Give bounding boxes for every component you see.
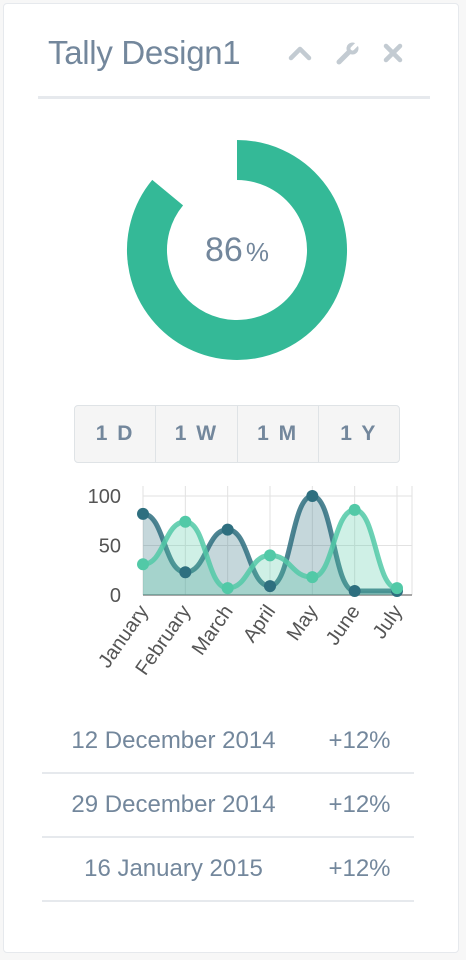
range-button-group: 1 D 1 W 1 M 1 Y: [74, 405, 400, 463]
range-1d-button[interactable]: 1 D: [75, 406, 157, 462]
y-tick-label: 100: [88, 486, 121, 508]
data-point[interactable]: [264, 549, 276, 562]
data-point[interactable]: [137, 507, 149, 520]
progress-donut: 86%: [122, 135, 352, 365]
range-1w-button[interactable]: 1 W: [156, 406, 238, 462]
range-1m-button[interactable]: 1 M: [238, 406, 319, 462]
data-point[interactable]: [306, 490, 319, 502]
stat-change: +12%: [328, 855, 391, 882]
widget-title: Tally Design1: [48, 34, 241, 71]
widget-panel: Tally Design1 86% 1 D 1 W 1 M 1 Y 0 50 1…: [3, 3, 459, 953]
donut-value: 86: [205, 230, 243, 269]
data-point[interactable]: [348, 503, 361, 516]
data-point[interactable]: [137, 558, 149, 571]
stat-date: 29 December 2014: [71, 791, 276, 818]
data-point[interactable]: [221, 582, 234, 595]
chevron-up-icon[interactable]: [286, 39, 314, 67]
data-point[interactable]: [348, 585, 361, 598]
stat-change: +12%: [328, 727, 391, 754]
stat-date: 16 January 2015: [84, 855, 263, 882]
data-point[interactable]: [221, 523, 234, 536]
stat-change: +12%: [328, 791, 391, 818]
stat-date: 12 December 2014: [71, 727, 276, 754]
donut-label: 86%: [122, 135, 352, 365]
list-item: 16 January 2015 +12%: [42, 838, 414, 902]
y-tick-label: 0: [110, 585, 121, 607]
x-tick-label: April: [239, 601, 280, 646]
widget-header: Tally Design1: [38, 22, 430, 99]
area-chart: 0 50 100 January February March April May June Ju…: [64, 474, 424, 694]
donut-unit: %: [245, 236, 269, 267]
x-tick-label: May: [283, 601, 323, 645]
x-tick-label: March: [188, 601, 238, 659]
x-tick-label: July: [369, 601, 407, 643]
wrench-icon[interactable]: [334, 39, 362, 67]
range-1y-button[interactable]: 1 Y: [319, 406, 399, 462]
list-item: 29 December 2014 +12%: [42, 774, 414, 838]
y-tick-label: 50: [99, 536, 121, 558]
data-point[interactable]: [306, 571, 319, 584]
stats-list: 12 December 2014 +12% 29 December 2014 +…: [42, 710, 414, 902]
data-point[interactable]: [264, 580, 276, 593]
close-icon[interactable]: [379, 39, 407, 67]
list-item: 12 December 2014 +12%: [42, 710, 414, 774]
data-point[interactable]: [391, 582, 403, 595]
data-point[interactable]: [179, 515, 192, 528]
data-point[interactable]: [179, 566, 192, 579]
x-tick-label: June: [322, 601, 365, 649]
